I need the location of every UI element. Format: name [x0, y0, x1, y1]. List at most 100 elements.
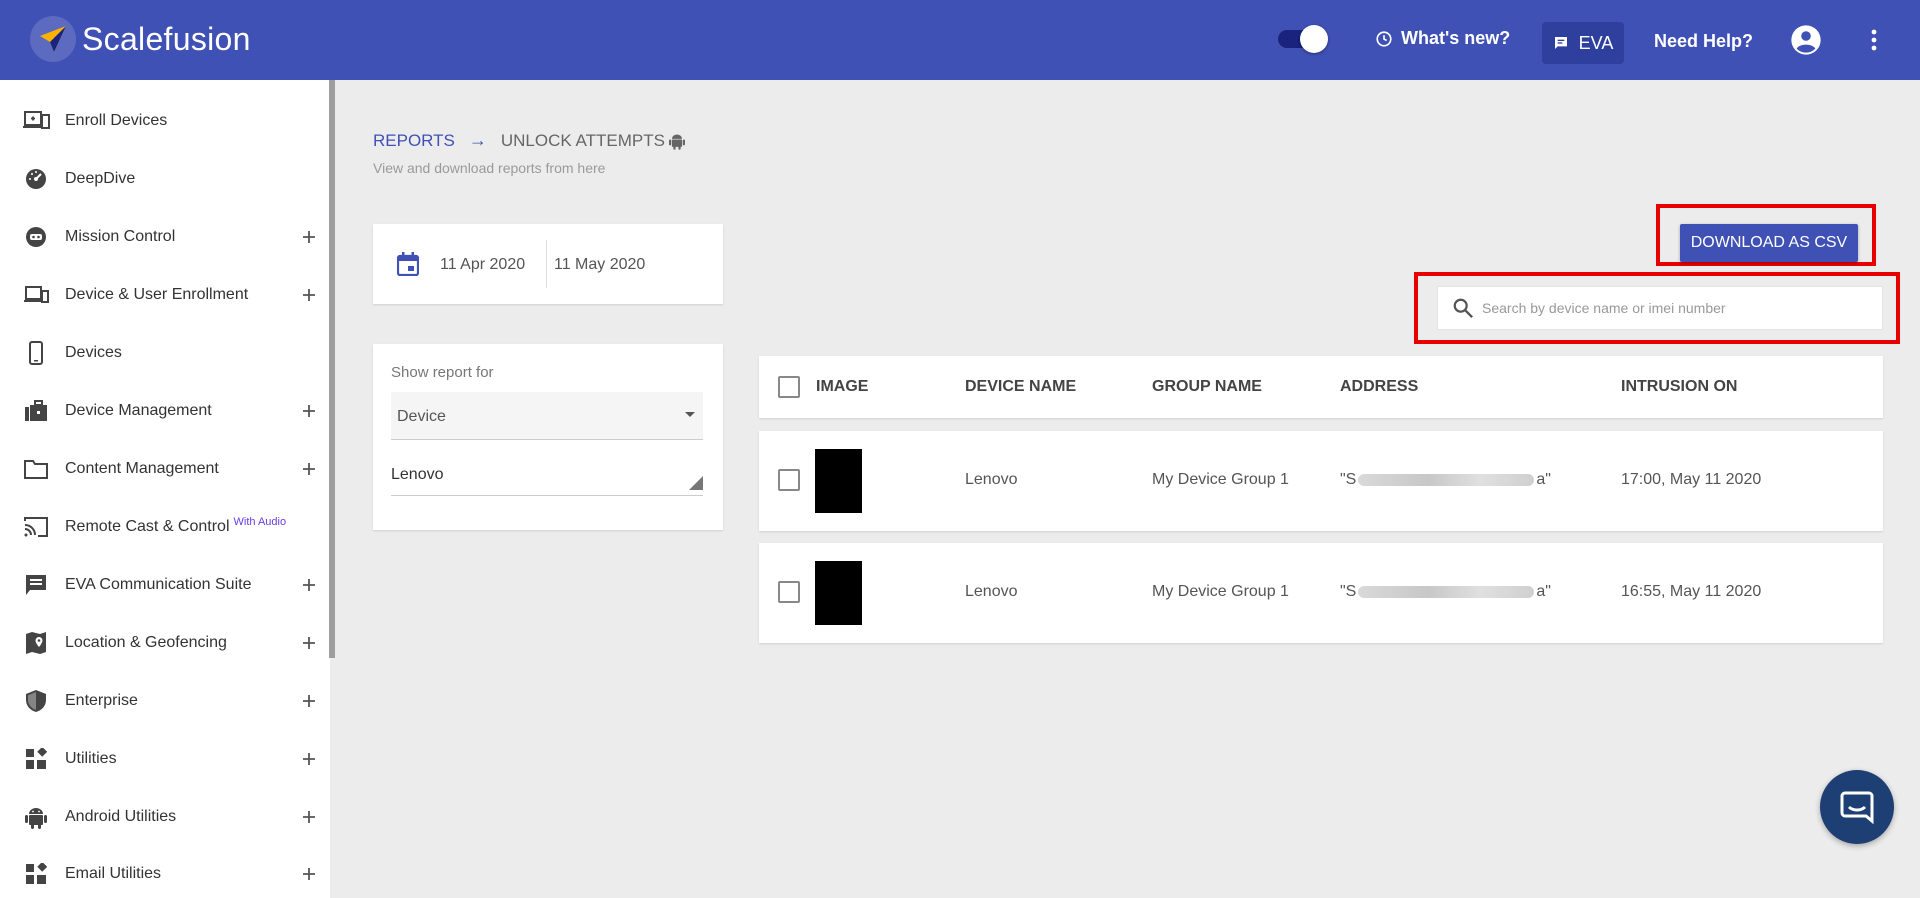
download-csv-button[interactable]: DOWNLOAD AS CSV: [1680, 224, 1858, 262]
more-menu-button[interactable]: [1868, 28, 1880, 57]
select-all-checkbox[interactable]: [778, 376, 800, 398]
sidebar-item-remote-cast-control[interactable]: Remote Cast & Control With Audio: [0, 503, 330, 551]
dropdown-arrow-icon: [685, 412, 695, 417]
date-divider: [546, 240, 547, 288]
sidebar-item-label: Device & User Enrollment: [65, 286, 249, 303]
sidebar-item-mission-control[interactable]: Mission Control: [0, 213, 330, 261]
remote-cast-label: Remote Cast & Control: [65, 518, 230, 535]
sidebar-item-devices[interactable]: Devices: [0, 329, 330, 377]
support-chat-button[interactable]: [1820, 770, 1894, 844]
sidebar-item-enroll-devices[interactable]: Enroll Devices: [0, 97, 330, 145]
sidebar-item-label: Enterprise: [65, 692, 138, 709]
search-box[interactable]: [1437, 286, 1883, 330]
cell-device-name: Lenovo: [965, 471, 1018, 488]
date-range-picker[interactable]: 11 Apr 2020 11 May 2020: [373, 224, 723, 304]
need-help-link[interactable]: Need Help?: [1654, 31, 1753, 52]
device-filter-value: Lenovo: [391, 466, 444, 483]
chat-bubble-icon: [1840, 791, 1874, 825]
cell-address: "S a": [1340, 583, 1551, 601]
expand-plus-icon[interactable]: [300, 692, 318, 710]
expand-plus-icon[interactable]: [300, 228, 318, 246]
sidebar-item-label: Remote Cast & Control With Audio: [65, 516, 287, 536]
column-header-group-name[interactable]: GROUP NAME: [1152, 378, 1262, 396]
widgets-icon: [22, 745, 50, 773]
phone-icon: [22, 339, 50, 367]
more-vert-icon: [1871, 29, 1877, 51]
column-header-address[interactable]: ADDRESS: [1340, 378, 1418, 396]
sidebar-item-label: Content Management: [65, 460, 219, 477]
cell-intrusion-on: 16:55, May 11 2020: [1621, 583, 1762, 600]
calendar-icon: [397, 252, 419, 276]
address-end: a": [1536, 583, 1551, 600]
toggle-knob[interactable]: [1300, 25, 1328, 53]
search-input[interactable]: [1482, 297, 1872, 319]
expand-plus-icon[interactable]: [300, 460, 318, 478]
report-type-select[interactable]: Device: [391, 392, 703, 440]
sidebar-item-location-geofencing[interactable]: Location & Geofencing: [0, 619, 330, 667]
report-type-value: Device: [397, 408, 446, 425]
enroll-devices-icon: [22, 107, 50, 135]
eva-button[interactable]: EVA: [1542, 22, 1624, 64]
expand-plus-icon[interactable]: [300, 808, 318, 826]
expand-plus-icon[interactable]: [300, 865, 318, 883]
address-redacted: [1358, 473, 1535, 486]
sidebar-item-device-management[interactable]: Device Management: [0, 387, 330, 435]
intruder-photo-thumbnail[interactable]: [815, 561, 862, 625]
android-icon: [668, 133, 685, 150]
sidebar-item-content-management[interactable]: Content Management: [0, 445, 330, 493]
account-button[interactable]: [1790, 24, 1822, 61]
expand-plus-icon[interactable]: [300, 286, 318, 304]
expand-plus-icon[interactable]: [300, 634, 318, 652]
table-row[interactable]: Lenovo My Device Group 1 "S a" 17:00, May…: [759, 431, 1883, 531]
shield-icon: [22, 687, 50, 715]
sidebar-item-eva-communication-suite[interactable]: EVA Communication Suite: [0, 561, 330, 609]
brand-logo[interactable]: Scalefusion: [30, 16, 251, 62]
column-header-intrusion-on[interactable]: INTRUSION ON: [1621, 378, 1737, 396]
cell-group-name: My Device Group 1: [1152, 583, 1289, 600]
sidebar-item-label: Location & Geofencing: [65, 634, 227, 651]
sidebar-item-label: EVA Communication Suite: [65, 576, 252, 593]
widgets-icon: [22, 860, 50, 888]
expand-plus-icon[interactable]: [300, 576, 318, 594]
page-subtitle: View and download reports from here: [373, 160, 606, 176]
resize-handle-icon[interactable]: [689, 476, 703, 490]
sidebar-item-label: Email Utilities: [65, 865, 162, 882]
sidebar-item-label: Utilities: [65, 750, 117, 767]
address-start: "S: [1340, 471, 1357, 488]
expand-plus-icon[interactable]: [300, 402, 318, 420]
expand-plus-icon[interactable]: [300, 750, 318, 768]
sidebar-item-label: Android Utilities: [65, 808, 177, 825]
date-to[interactable]: 11 May 2020: [554, 256, 645, 274]
cell-device-name: Lenovo: [965, 583, 1018, 600]
sidebar-item-email-utilities[interactable]: Email Utilities: [0, 850, 330, 898]
message-icon: [1554, 37, 1567, 49]
cell-group-name: My Device Group 1: [1152, 471, 1289, 488]
table-row[interactable]: Lenovo My Device Group 1 "S a" 16:55, May…: [759, 543, 1883, 643]
table-header: IMAGE DEVICE NAME GROUP NAME ADDRESS INT…: [759, 356, 1883, 418]
breadcrumb-reports-link[interactable]: REPORTS: [373, 131, 455, 151]
devices-icon: [22, 281, 50, 309]
sidebar-item-enterprise[interactable]: Enterprise: [0, 677, 330, 725]
sidebar-item-deepdive[interactable]: DeepDive: [0, 155, 330, 203]
search-icon: [1453, 298, 1474, 319]
sidebar-item-label: Device Management: [65, 402, 212, 419]
date-from[interactable]: 11 Apr 2020: [440, 256, 525, 274]
column-header-device-name[interactable]: DEVICE NAME: [965, 378, 1076, 396]
briefcase-icon: [22, 397, 50, 425]
android-icon: [22, 803, 50, 831]
intruder-photo-thumbnail[interactable]: [815, 449, 862, 513]
address-end: a": [1536, 471, 1551, 488]
account-circle-icon: [1791, 25, 1821, 55]
with-audio-badge: With Audio: [233, 516, 287, 528]
whats-new-link[interactable]: What's new?: [1375, 28, 1510, 49]
sidebar-item-utilities[interactable]: Utilities: [0, 735, 330, 783]
row-checkbox[interactable]: [778, 469, 800, 491]
sidebar-item-label: Mission Control: [65, 228, 176, 245]
breadcrumb: REPORTS → UNLOCK ATTEMPTS: [373, 130, 685, 151]
sidebar-item-device-user-enrollment[interactable]: Device & User Enrollment: [0, 271, 330, 319]
filter-label: Show report for: [391, 364, 494, 381]
row-checkbox[interactable]: [778, 581, 800, 603]
arrow-right-icon: →: [468, 130, 487, 150]
sidebar-item-android-utilities[interactable]: Android Utilities: [0, 793, 330, 841]
device-filter-field[interactable]: Lenovo: [391, 464, 703, 496]
